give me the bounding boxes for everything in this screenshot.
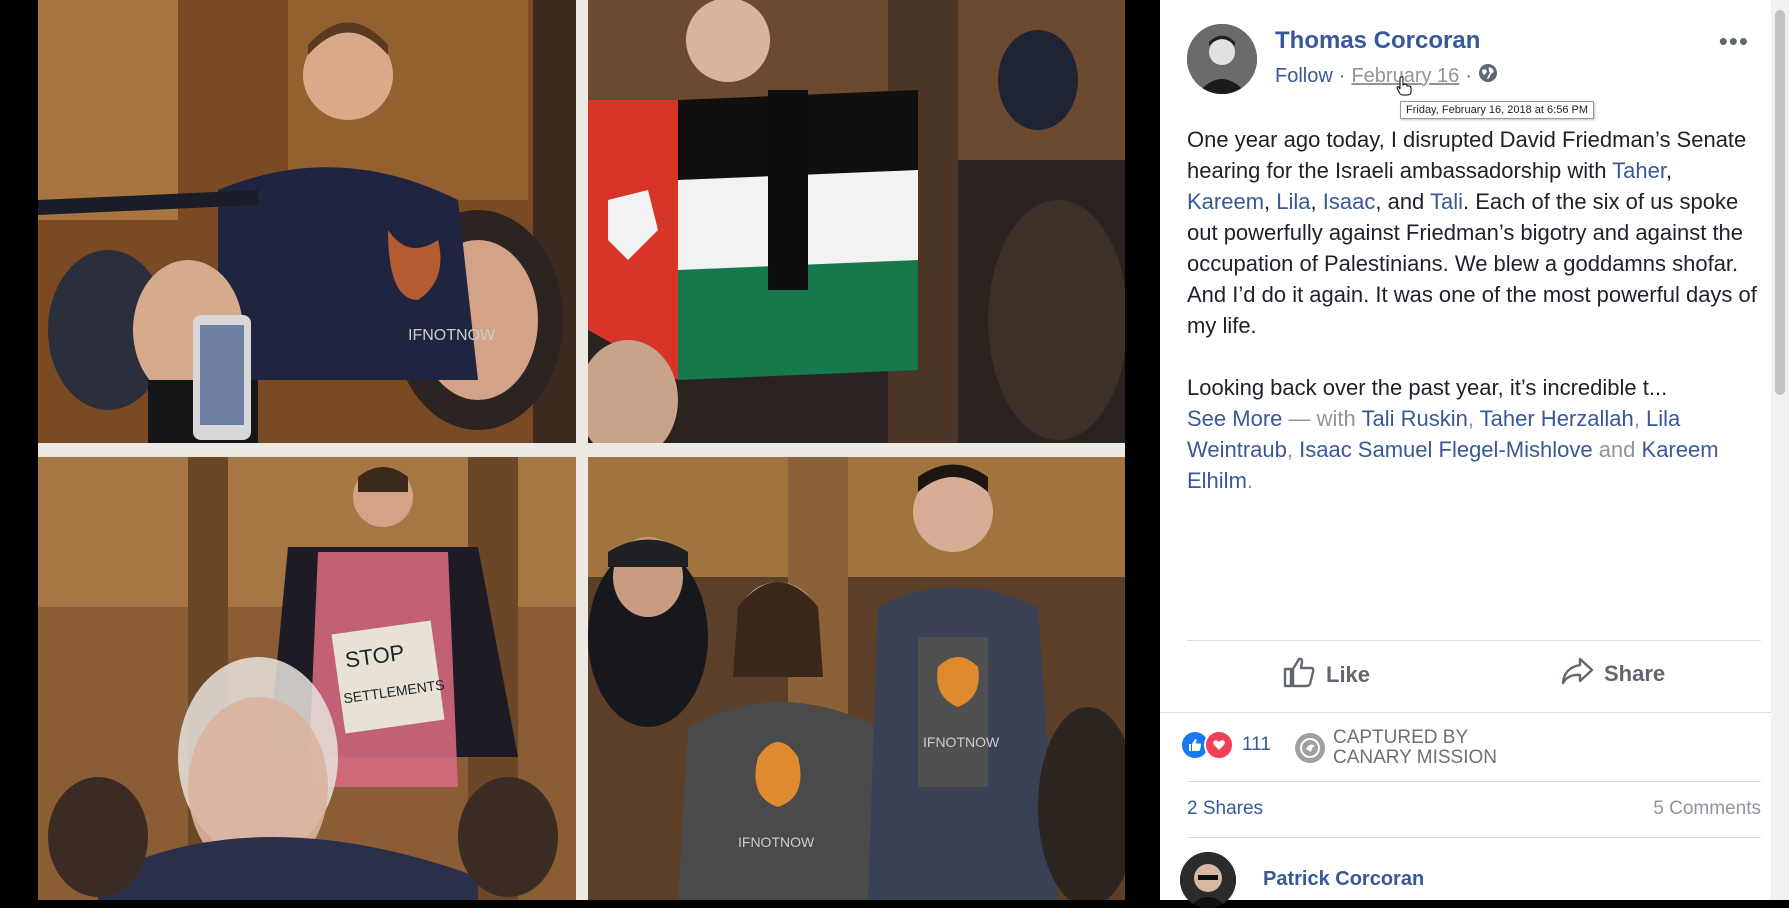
watermark-text: CAPTURED BY CANARY MISSION: [1333, 728, 1497, 768]
tshirt-text-2: IFNOTNOW: [738, 834, 815, 850]
text: Looking back over the past year, it’s in…: [1187, 375, 1668, 400]
scrollbar[interactable]: [1771, 0, 1789, 900]
shares-count-link[interactable]: 2 Shares: [1187, 798, 1263, 820]
divider: [1187, 781, 1761, 782]
with-tali-ruskin[interactable]: Tali Ruskin: [1361, 406, 1467, 431]
tag-taher[interactable]: Taher: [1612, 158, 1666, 183]
more-options-icon[interactable]: •••: [1719, 26, 1749, 57]
love-reaction-icon: [1204, 730, 1234, 760]
globe-icon: [1478, 63, 1498, 89]
watermark-line-1: CAPTURED BY: [1333, 727, 1469, 748]
photo-tile-flag: [588, 0, 1125, 443]
tag-lila[interactable]: Lila: [1276, 189, 1310, 214]
commenter-name[interactable]: Patrick Corcoran: [1263, 868, 1424, 891]
with-isaac-flegel-mishlove[interactable]: Isaac Samuel Flegel-Mishlove: [1299, 437, 1592, 462]
divider: [1160, 712, 1789, 713]
scrollbar-thumb[interactable]: [1775, 10, 1785, 395]
share-arrow-icon: [1560, 656, 1594, 692]
tshirt-text: IFNOTNOW: [408, 327, 496, 344]
post-paragraph-1: One year ago today, I disrupted David Fr…: [1187, 124, 1757, 341]
thumbs-up-icon: [1282, 656, 1316, 694]
author-name[interactable]: Thomas Corcoran: [1275, 27, 1480, 55]
share-label: Share: [1604, 661, 1666, 686]
like-label: Like: [1326, 662, 1371, 687]
text: ,: [1286, 437, 1300, 462]
separator: ·: [1465, 64, 1472, 87]
text: ,: [1665, 158, 1673, 183]
text: , and: [1375, 189, 1431, 214]
share-button[interactable]: Share: [1560, 656, 1665, 692]
post-body: One year ago today, I disrupted David Fr…: [1187, 124, 1757, 527]
divider: [1187, 837, 1761, 838]
photo-viewer[interactable]: IFNOTNOW STOP SETTLEMENTS IFNOTNOW IFNOT…: [0, 0, 1160, 900]
text: ,: [1633, 406, 1646, 431]
text: and: [1592, 437, 1642, 462]
with-text: — with: [1282, 406, 1362, 431]
hand-cursor-icon: [1396, 76, 1412, 101]
tag-tali[interactable]: Tali: [1430, 189, 1463, 214]
reaction-count[interactable]: 111: [1242, 734, 1271, 756]
see-more-link[interactable]: See More: [1187, 406, 1282, 431]
canary-logo-icon: [1295, 733, 1325, 763]
author-avatar[interactable]: [1187, 24, 1257, 94]
text: ,: [1467, 406, 1480, 431]
date-tooltip: Friday, February 16, 2018 at 6:56 PM: [1400, 101, 1594, 119]
photo-tile-protester-standing: IFNOTNOW: [38, 0, 576, 443]
separator: ·: [1338, 64, 1346, 87]
comments-count-link[interactable]: 5 Comments: [1653, 798, 1761, 820]
like-button[interactable]: Like: [1282, 656, 1370, 694]
post-side-panel: Thomas Corcoran ••• Follow · February 16…: [1160, 0, 1789, 908]
post-paragraph-2: Looking back over the past year, it’s in…: [1187, 372, 1757, 496]
photo-tile-stop-settlements: STOP SETTLEMENTS: [38, 457, 576, 900]
text: ,: [1310, 189, 1323, 214]
watermark-line-2: CANARY MISSION: [1333, 747, 1498, 768]
tag-kareem[interactable]: Kareem: [1187, 189, 1264, 214]
text: .: [1246, 468, 1254, 493]
reactions-summary[interactable]: 111: [1180, 730, 1271, 760]
tag-isaac[interactable]: Isaac: [1323, 189, 1376, 214]
post-meta: Follow · February 16 ·: [1275, 63, 1498, 89]
canary-mission-watermark: CAPTURED BY CANARY MISSION: [1295, 728, 1497, 768]
photo-collage[interactable]: IFNOTNOW STOP SETTLEMENTS IFNOTNOW IFNOT…: [38, 0, 1125, 900]
tshirt-text-3: IFNOTNOW: [923, 734, 1000, 750]
follow-link[interactable]: Follow: [1275, 65, 1333, 88]
with-taher-herzallah[interactable]: Taher Herzallah: [1480, 406, 1634, 431]
photo-tile-protesters-shirts: IFNOTNOW IFNOTNOW: [588, 457, 1125, 900]
divider: [1187, 640, 1761, 641]
text: ,: [1264, 189, 1277, 214]
